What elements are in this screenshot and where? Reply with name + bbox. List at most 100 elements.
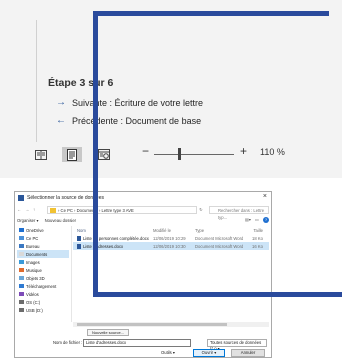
zoom-in-button[interactable]: + [240,144,247,158]
file-size: 16 Ko [252,243,263,249]
previous-step-link[interactable]: ← Précédente : Document de base [56,115,201,126]
up-icon[interactable]: ↑ [33,207,41,212]
sidebar-item-label: Objets 3D [26,275,45,281]
zoom-level[interactable]: 110 % [260,147,285,157]
sidebar-item-label: USB (D:) [26,307,43,313]
file-row[interactable]: Liste de personnes complétée.docx 12/06/2… [73,234,269,242]
file-rows: Liste de personnes complétée.docx 12/06/2… [73,234,269,250]
next-step-link[interactable]: → Suivante : Écriture de votre lettre [56,97,203,108]
sidebar-item-label: Images [26,259,40,265]
sidebar-item-label: Téléchargement [26,283,57,289]
dialog-title-bar: Sélectionner la source de données × [15,192,271,204]
breadcrumb[interactable]: › Ce PC › Documents › Lettre type 3 AVE [47,205,197,214]
filename-input[interactable]: Liste d'adresses.docx [83,339,191,347]
close-icon[interactable]: × [263,193,267,200]
pane-divider [36,20,37,160]
column-header-name[interactable]: Nom [73,228,153,233]
sidebar-item[interactable]: OS (C:) [17,298,69,306]
help-icon[interactable]: ? [263,217,269,223]
arrow-right-icon: → [56,97,66,108]
arrow-left-icon: ← [56,115,66,126]
next-step-label: Suivante : Écriture de votre lettre [72,97,204,108]
column-header-type[interactable]: Type [195,228,243,233]
location-icon [19,260,24,264]
zoom-slider-thumb[interactable] [178,148,181,160]
annotation-frame-left [93,11,98,297]
open-button[interactable]: Ouvrir ▾ [193,349,225,357]
select-data-source-dialog: Sélectionner la source de données × ← → … [14,191,272,358]
forward-icon[interactable]: → [25,207,33,212]
file-name-cell: Liste d'adresses.docx [73,243,153,249]
word-app-icon [18,195,24,201]
file-name-cell: Liste de personnes complétée.docx [73,235,153,241]
sidebar-item-label: OS (C:) [26,299,41,305]
sidebar-item[interactable]: Images [17,258,69,266]
location-icon [19,292,24,296]
preview-pane-icon[interactable]: ▭ [255,217,259,223]
zoom-out-button[interactable]: − [142,144,149,158]
print-layout-icon [67,148,77,161]
file-date: 12/06/2019 10:30 [153,243,186,249]
word-document-icon [77,235,81,241]
location-icon [19,228,24,232]
filename-label: Nom de fichier : [53,340,83,345]
file-type: Document Microsoft Word [195,235,243,241]
sidebar-item-label: Vidéos [26,291,39,297]
location-icon [19,284,24,288]
column-header-date[interactable]: Modifié le [153,228,195,233]
previous-step-label: Précédente : Document de base [72,115,202,126]
file-type: Document Microsoft Word [195,243,243,249]
file-size: 18 Ko [252,235,263,241]
location-icon [19,268,24,272]
print-layout-button[interactable] [62,147,82,162]
sidebar-item-label: Ce PC [26,235,39,241]
horizontal-scrollbar[interactable] [73,322,269,327]
annotation-frame-bottom [93,292,342,297]
status-bar: − + 110 % [0,142,342,166]
zoom-slider[interactable] [154,154,234,155]
mail-merge-pane: Étape 3 sur 6 → Suivante : Écriture de v… [0,0,342,178]
location-icon [19,300,24,304]
read-mode-icon [35,149,47,160]
cancel-button[interactable]: Annuler [231,349,265,357]
sidebar-item[interactable]: Bureau [17,242,69,250]
scrollbar-thumb[interactable] [77,323,227,326]
organize-menu[interactable]: Organiser ▾ [17,218,39,223]
file-list-header: Nom Modifié le Type Taille [73,226,269,234]
address-bar-row: ← → ↑ › Ce PC › Documents › Lettre type … [17,205,269,220]
sidebar-item[interactable]: Objets 3D [17,274,69,282]
folder-icon [50,207,56,213]
sidebar-item-label: Documents [26,251,48,257]
file-name: Liste d'adresses.docx [83,243,124,249]
sidebar-item-label: Musique [26,267,42,273]
web-layout-icon [98,149,110,160]
sidebar-item[interactable]: USB (D:) [17,306,69,314]
location-icon [19,276,24,280]
new-source-button[interactable]: Nouvelle source... [87,329,129,336]
view-options-icon[interactable]: ▤▾ [245,217,251,223]
new-folder-button[interactable]: Nouveau dossier [45,218,76,223]
file-list: Nom Modifié le Type Taille Liste de pers… [73,226,269,322]
file-row[interactable]: Liste d'adresses.docx 12/06/2019 10:30 Doc… [73,242,269,250]
tools-menu[interactable]: Outils ▾ [161,350,175,355]
location-icon [19,252,24,256]
sidebar-item[interactable]: Vidéos [17,290,69,298]
sidebar-item[interactable]: Musique [17,266,69,274]
sidebar-item[interactable]: OneDrive [17,226,69,234]
search-input[interactable]: Rechercher dans : Lettre typ... [209,205,269,220]
back-icon[interactable]: ← [17,207,25,212]
toolbar-right: ▤▾ ▭ ? [245,217,269,223]
file-type-select[interactable]: Toutes sources de données (*.o ▾ [207,339,267,351]
location-icon [19,308,24,312]
sidebar-item[interactable]: Téléchargement [17,282,69,290]
screenshot-root: Étape 3 sur 6 → Suivante : Écriture de v… [0,0,342,361]
annotation-frame-top [93,11,329,16]
sidebar-item[interactable]: Ce PC [17,234,69,242]
refresh-icon[interactable]: ↻ [197,207,205,212]
sidebar-item[interactable]: Documents [17,250,69,258]
sidebar-item-label: Bureau [26,243,40,249]
location-icon [19,236,24,240]
column-header-size[interactable]: Taille [243,228,263,233]
location-icon [19,244,24,248]
read-mode-button[interactable] [31,147,51,162]
